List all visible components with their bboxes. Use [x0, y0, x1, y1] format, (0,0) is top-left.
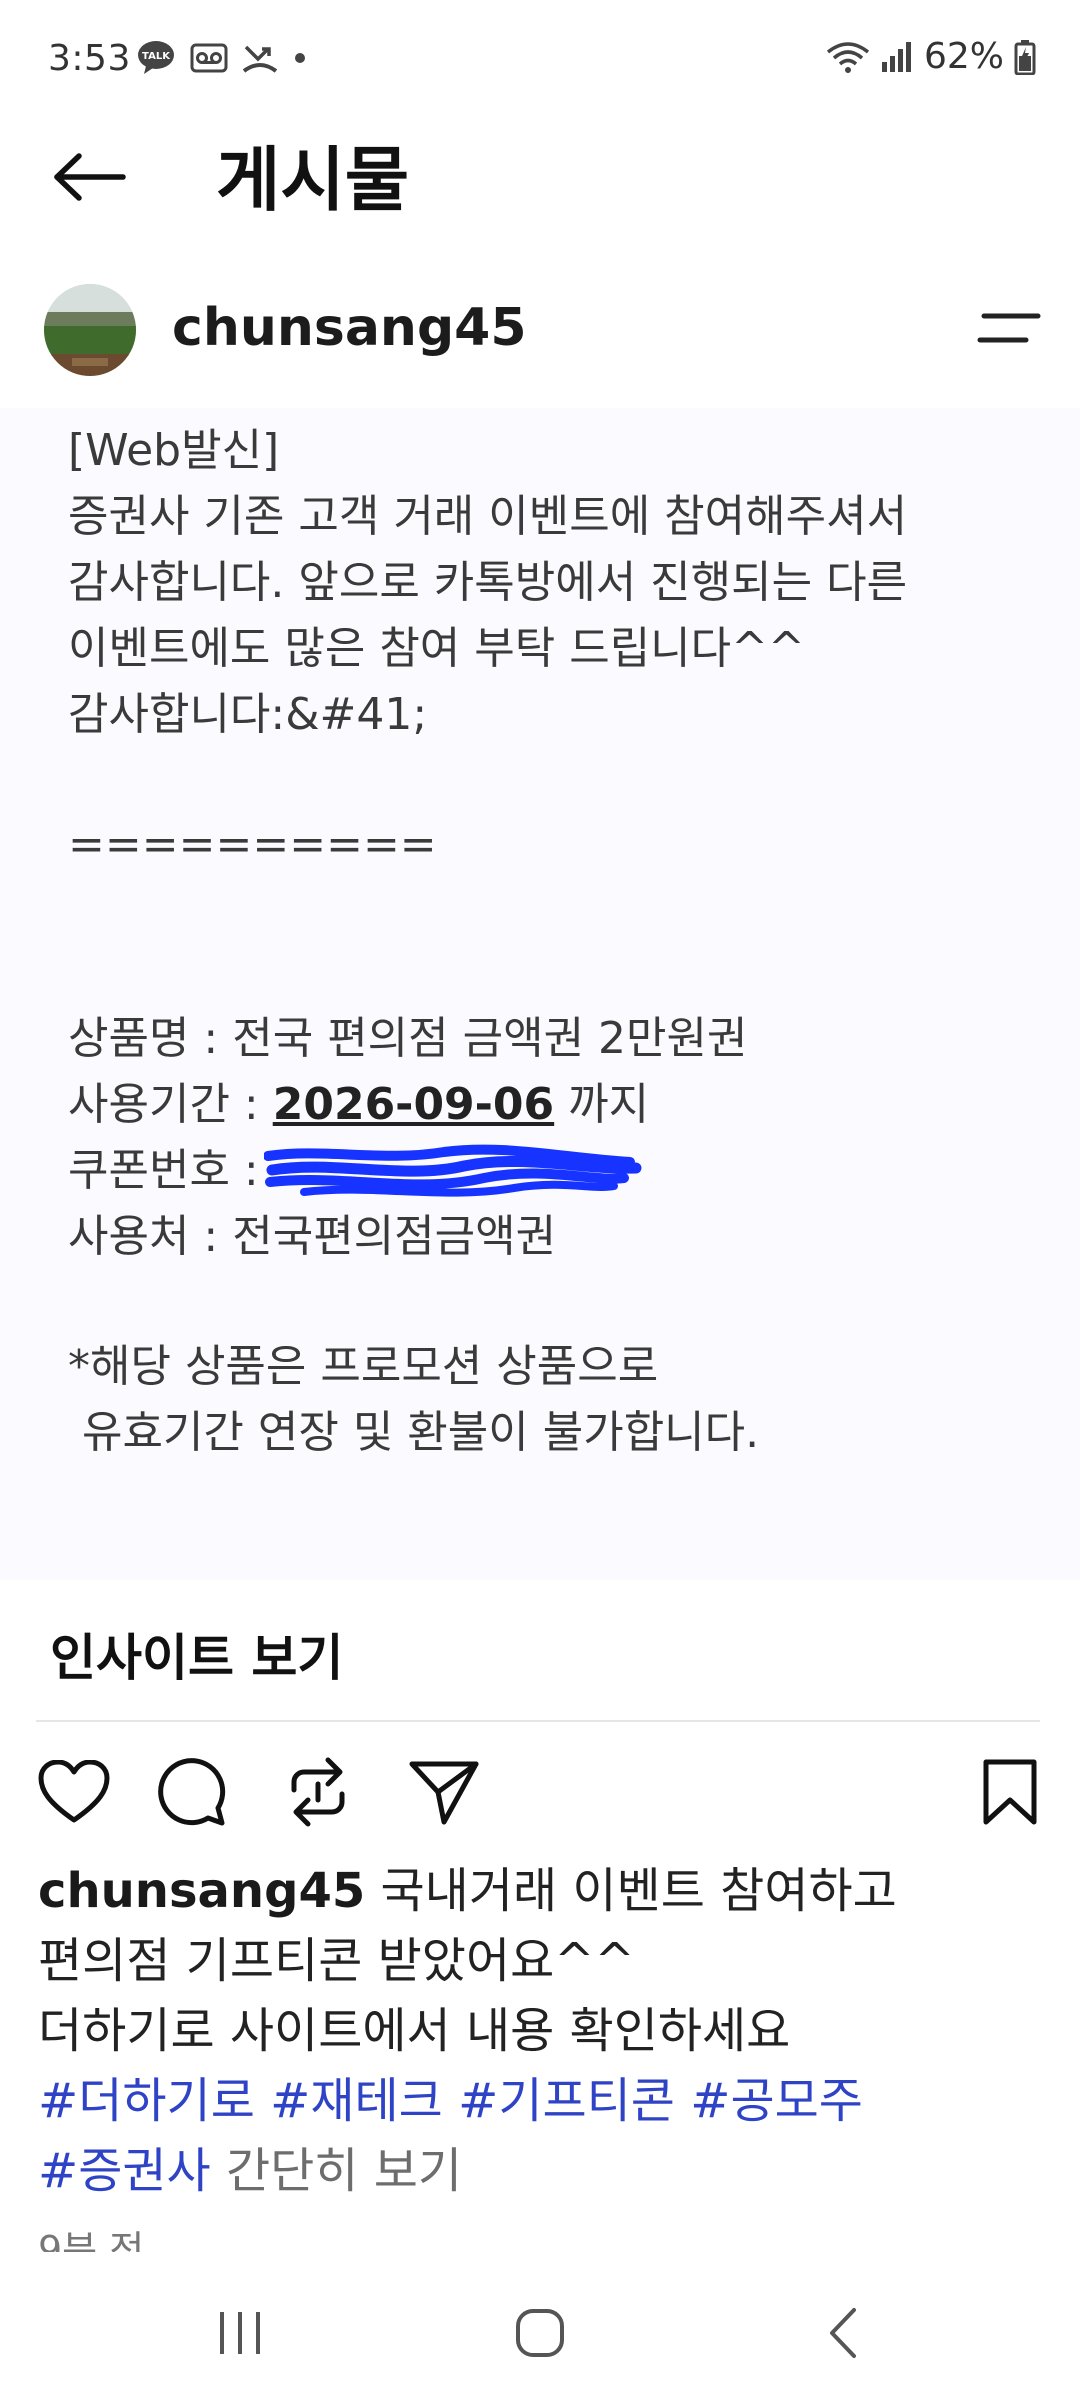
hashtag[interactable]: #더하기로 — [38, 2073, 255, 2129]
caption-line: chunsang45 국내거래 이벤트 참여하고 — [38, 1856, 1038, 1926]
status-time: 3:53 — [48, 38, 131, 79]
view-insights-link[interactable]: 인사이트 보기 — [50, 1618, 343, 1690]
share-button[interactable] — [404, 1752, 484, 1832]
period-suffix: 까지 — [554, 1079, 650, 1130]
back-button[interactable] — [44, 140, 134, 214]
nav-back-button[interactable] — [784, 2296, 904, 2370]
msg-line: 증권사 기존 고객 거래 이벤트에 참여해주셔서 — [68, 491, 908, 542]
post-image-text: [Web발신] 증권사 기존 고객 거래 이벤트에 참여해주셔서감사합니다. 앞으… — [68, 418, 1048, 1466]
msg-separator: ========== — [68, 819, 437, 870]
msg-line: 감사합니다. 앞으로 카톡방에서 진행되는 다른 — [68, 557, 908, 608]
talk-icon: TALK — [138, 41, 174, 74]
repost-button[interactable] — [278, 1752, 358, 1832]
caption-username[interactable]: chunsang45 — [38, 1863, 365, 1919]
period-value: 2026-09-06 — [272, 1079, 555, 1130]
heart-icon — [38, 1760, 110, 1823]
post-image[interactable]: [Web발신] 증권사 기존 고객 거래 이벤트에 참여해주셔서감사합니다. 앞으… — [0, 408, 1080, 1580]
coupon-line: 쿠폰번호 : — [68, 1138, 1048, 1204]
wifi-icon — [826, 41, 870, 73]
caption-line: 편의점 기프티콘 받았어요^^ — [38, 1933, 635, 1989]
battery-percent: 62% — [923, 36, 1004, 77]
period-label: 사용기간 : — [68, 1079, 273, 1130]
product-line: 상품명 : 전국 편의점 금액권 2만원권 — [68, 1006, 1048, 1072]
recents-button[interactable] — [180, 2296, 300, 2370]
missed-call-icon — [242, 45, 278, 73]
period-line: 사용기간 : 2026-09-06 까지 — [68, 1072, 1048, 1138]
hashtag[interactable]: #재테크 — [270, 2073, 443, 2129]
redaction-scribble — [264, 1144, 642, 1197]
post-menu-button[interactable] — [974, 300, 1044, 360]
hashtag-line: #더하기로 #재테크 #기프티콘 #공모주 — [38, 2066, 1038, 2136]
page-title: 게시물 — [216, 139, 410, 221]
svg-text:TALK: TALK — [142, 51, 171, 62]
caption-text: 국내거래 이벤트 참여하고 — [365, 1863, 897, 1919]
battery-icon — [1014, 39, 1036, 75]
caption-line: 더하기로 사이트에서 내용 확인하세요 — [38, 2003, 791, 2059]
divider — [36, 1720, 1040, 1722]
msg-line: [Web발신] — [68, 425, 280, 476]
place-value: 전국편의점금액권 — [232, 1211, 557, 1262]
recents-icon — [220, 2312, 260, 2354]
voicemail-icon — [190, 43, 228, 73]
comment-button[interactable] — [152, 1752, 232, 1832]
bookmark-icon — [983, 1759, 1037, 1825]
home-icon — [516, 2309, 564, 2357]
back-icon — [830, 2308, 856, 2358]
avatar[interactable] — [44, 284, 136, 376]
place-line: 사용처 : 전국편의점금액권 — [68, 1204, 1048, 1270]
hashtag[interactable]: #증권사 — [38, 2143, 211, 2199]
hashtag[interactable]: #기프티콘 — [458, 2073, 675, 2129]
status-bar: 3:53 TALK 62% — [0, 0, 1080, 120]
home-button[interactable] — [480, 2296, 600, 2370]
status-left-icons: TALK — [136, 40, 308, 76]
send-icon — [409, 1761, 479, 1825]
post-time: 9분 전 — [38, 2228, 145, 2254]
product-label: 상품명 : — [68, 1013, 233, 1064]
notice-line: *해당 상품은 프로모션 상품으로 — [68, 1341, 659, 1392]
save-button[interactable] — [970, 1752, 1050, 1832]
coupon-label: 쿠폰번호 : — [68, 1145, 273, 1196]
product-value: 전국 편의점 금액권 2만원권 — [232, 1013, 748, 1064]
status-right: 62% — [826, 36, 1036, 77]
repost-icon — [291, 1757, 345, 1827]
comment-icon — [158, 1758, 226, 1826]
place-label: 사용처 : — [68, 1211, 233, 1262]
menu-icon — [977, 313, 1041, 343]
notice-line: 유효기간 연장 및 환불이 불가합니다. — [68, 1407, 760, 1458]
like-button[interactable] — [34, 1752, 114, 1832]
hashtag-line: #증권사 간단히 보기 — [38, 2136, 1038, 2206]
post-caption: chunsang45 국내거래 이벤트 참여하고 편의점 기프티콘 받았어요^^… — [38, 1856, 1038, 2206]
signal-icon — [881, 41, 911, 72]
msg-line: 감사합니다:&#41; — [68, 689, 428, 740]
msg-line: 이벤트에도 많은 참여 부탁 드립니다^^ — [68, 623, 805, 674]
arrow-left-icon — [54, 153, 126, 201]
hashtag[interactable]: #공모주 — [690, 2073, 863, 2129]
dot-icon — [295, 53, 305, 63]
post-username[interactable]: chunsang45 — [172, 298, 527, 358]
show-less-link[interactable]: 간단히 보기 — [226, 2143, 462, 2199]
